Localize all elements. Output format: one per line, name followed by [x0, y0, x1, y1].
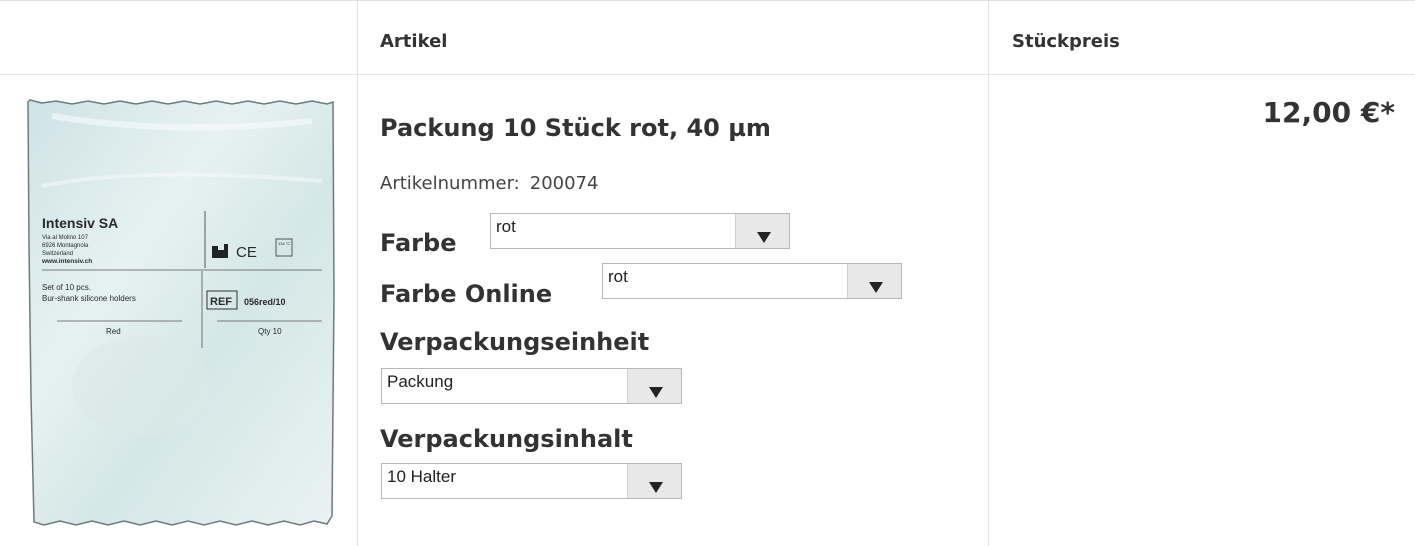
package-set-line-1: Set of 10 pcs.	[42, 283, 91, 292]
unit-price: 12,00 €*	[1262, 96, 1395, 129]
column-header-price: Stückpreis	[1012, 31, 1120, 52]
package-country-text: Switzerland	[42, 251, 73, 257]
package-address-1-text: Via al Molino 107	[42, 235, 89, 241]
article-number-row: Artikelnummer: 200074	[380, 173, 598, 194]
chevron-down-icon[interactable]	[735, 214, 789, 248]
package-company-text: Intensiv SA	[42, 215, 118, 231]
package-set-line-2: Bur-shank silicone holders	[42, 294, 136, 303]
article-number-label: Artikelnummer:	[380, 173, 520, 194]
package-ce-mark: CE	[236, 244, 257, 261]
package-qty-text: Qty 10	[258, 327, 282, 336]
farbe-online-label: Farbe Online	[380, 280, 553, 308]
farbe-online-select-value: rot	[608, 267, 628, 286]
verpackungseinheit-select[interactable]: Packung	[381, 368, 682, 404]
column-divider-right	[988, 0, 989, 546]
package-color-text: Red	[106, 327, 121, 336]
header-top-border	[0, 0, 1415, 1]
farbe-select-value: rot	[496, 217, 516, 236]
header-bottom-border	[0, 74, 1415, 75]
farbe-online-select[interactable]: rot	[602, 263, 902, 299]
chevron-down-icon[interactable]	[847, 264, 901, 298]
package-temp-text: 134 °C	[278, 241, 290, 246]
column-divider-left	[357, 0, 358, 546]
verpackungseinheit-select-value: Packung	[387, 372, 454, 391]
verpackungsinhalt-label: Verpackungsinhalt	[380, 425, 633, 453]
verpackungseinheit-label: Verpackungseinheit	[380, 328, 650, 356]
chevron-down-icon[interactable]	[627, 464, 681, 498]
package-ref-code: 056red/10	[244, 297, 286, 307]
farbe-select[interactable]: rot	[490, 213, 790, 249]
package-ref-box: REF	[210, 296, 232, 308]
column-header-article: Artikel	[380, 31, 448, 52]
chevron-down-icon[interactable]	[627, 369, 681, 403]
package-web-text: www.intensiv.ch	[41, 258, 92, 265]
product-image[interactable]: Intensiv SA Via al Molino 107 6926 Monta…	[22, 96, 337, 530]
package-address-2-text: 6926 Montagnola	[42, 243, 89, 249]
verpackungsinhalt-select-value: 10 Halter	[387, 467, 456, 486]
article-number-value: 200074	[529, 173, 599, 194]
verpackungsinhalt-select[interactable]: 10 Halter	[381, 463, 682, 499]
farbe-label: Farbe	[380, 229, 457, 257]
product-title[interactable]: Packung 10 Stück rot, 40 µm	[380, 114, 771, 142]
